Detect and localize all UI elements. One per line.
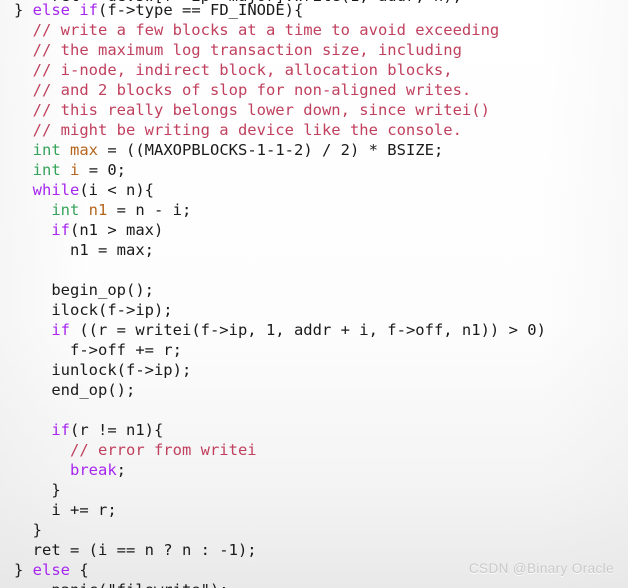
- code-token: end_op();: [14, 381, 136, 399]
- code-line: ilock(f->ip);: [14, 300, 628, 320]
- code-token: if: [51, 221, 70, 239]
- code-token: }: [14, 521, 42, 539]
- code-token: break: [70, 461, 117, 479]
- code-token: }: [14, 1, 33, 19]
- code-line: } else if(f->type == FD_INODE){: [14, 0, 628, 20]
- code-token: // might be writing a device like the co…: [14, 121, 462, 139]
- code-line: iunlock(f->ip);: [14, 360, 628, 380]
- code-token: = n - i;: [107, 201, 192, 219]
- code-token: max: [70, 141, 99, 159]
- code-token: ret = (i == n ? n : -1);: [14, 541, 257, 559]
- code-token: = ((MAXOPBLOCKS-1-1-2) / 2) * BSIZE;: [98, 141, 444, 159]
- code-line: int i = 0;: [14, 160, 628, 180]
- code-line: break;: [14, 460, 628, 480]
- code-token: n1: [88, 201, 108, 219]
- code-token: // i-node, indirect block, allocation bl…: [14, 61, 453, 79]
- csdn-watermark: CSDN @Binary Oracle: [468, 561, 614, 576]
- code-token: int: [51, 201, 80, 219]
- code-line: // error from writei: [14, 440, 628, 460]
- code-line: while(i < n){: [14, 180, 628, 200]
- code-token: (r != n1){: [70, 421, 164, 439]
- code-token: if: [79, 1, 99, 19]
- code-token: // and 2 blocks of slop for non-aligned …: [14, 81, 472, 99]
- code-token: {: [70, 561, 89, 579]
- code-line: begin_op();: [14, 280, 628, 300]
- code-line: n1 = max;: [14, 240, 628, 260]
- code-token: int: [32, 161, 61, 179]
- code-line: }: [14, 520, 628, 540]
- code-token: if: [51, 421, 70, 439]
- code-token: }: [14, 561, 33, 579]
- code-line: // the maximum log transaction size, inc…: [14, 40, 628, 60]
- code-token: else: [32, 561, 70, 579]
- code-token: }: [14, 481, 61, 499]
- code-token: (i < n){: [79, 181, 154, 199]
- code-line: // and 2 blocks of slop for non-aligned …: [14, 80, 628, 100]
- code-token: // write a few blocks at a time to avoid…: [14, 21, 500, 39]
- code-token: while: [32, 181, 80, 199]
- code-token: // this really belongs lower down, since…: [14, 101, 490, 119]
- code-line: i += r;: [14, 500, 628, 520]
- code-line: if(r != n1){: [14, 420, 628, 440]
- code-line: if(n1 > max): [14, 220, 628, 240]
- code-token: f->off += r;: [14, 341, 182, 359]
- code-token: (n1 > max): [70, 221, 164, 239]
- code-line: end_op();: [14, 380, 628, 400]
- code-token: = 0;: [79, 161, 127, 179]
- code-token: // error from writei: [14, 441, 257, 459]
- clipped-bottom-line: panic("filewrite");: [0, 580, 628, 588]
- code-token: n1 = max;: [14, 241, 154, 259]
- code-token: i: [70, 161, 80, 179]
- code-screenshot: ret = devsw[f->ip->major].write(1, addr,…: [0, 0, 628, 588]
- clipped-bottom-line-text: panic("filewrite");: [0, 580, 628, 588]
- code-token: iunlock(f->ip);: [14, 361, 192, 379]
- code-line: // write a few blocks at a time to avoid…: [14, 20, 628, 40]
- code-body[interactable]: } else if(f->type == FD_INODE){ // write…: [0, 0, 628, 580]
- code-line: ret = (i == n ? n : -1);: [14, 540, 628, 560]
- code-line: }: [14, 480, 628, 500]
- code-line: int n1 = n - i;: [14, 200, 628, 220]
- code-line: // might be writing a device like the co…: [14, 120, 628, 140]
- code-token: // the maximum log transaction size, inc…: [14, 41, 462, 59]
- code-token: ;: [116, 461, 127, 479]
- code-token: else: [32, 1, 70, 19]
- code-line: int max = ((MAXOPBLOCKS-1-1-2) / 2) * BS…: [14, 140, 628, 160]
- code-token: if: [51, 321, 70, 339]
- code-token: begin_op();: [14, 281, 154, 299]
- code-token: ((r = writei(f->ip, 1, addr + i, f->off,…: [70, 321, 546, 339]
- code-line: // this really belongs lower down, since…: [14, 100, 628, 120]
- code-token: ilock(f->ip);: [14, 301, 173, 319]
- code-line: if ((r = writei(f->ip, 1, addr + i, f->o…: [14, 320, 628, 340]
- code-token: int: [32, 141, 61, 159]
- code-token: (f->type == FD_INODE){: [98, 1, 304, 19]
- code-token: i += r;: [14, 501, 117, 519]
- code-line: f->off += r;: [14, 340, 628, 360]
- code-line: // i-node, indirect block, allocation bl…: [14, 60, 628, 80]
